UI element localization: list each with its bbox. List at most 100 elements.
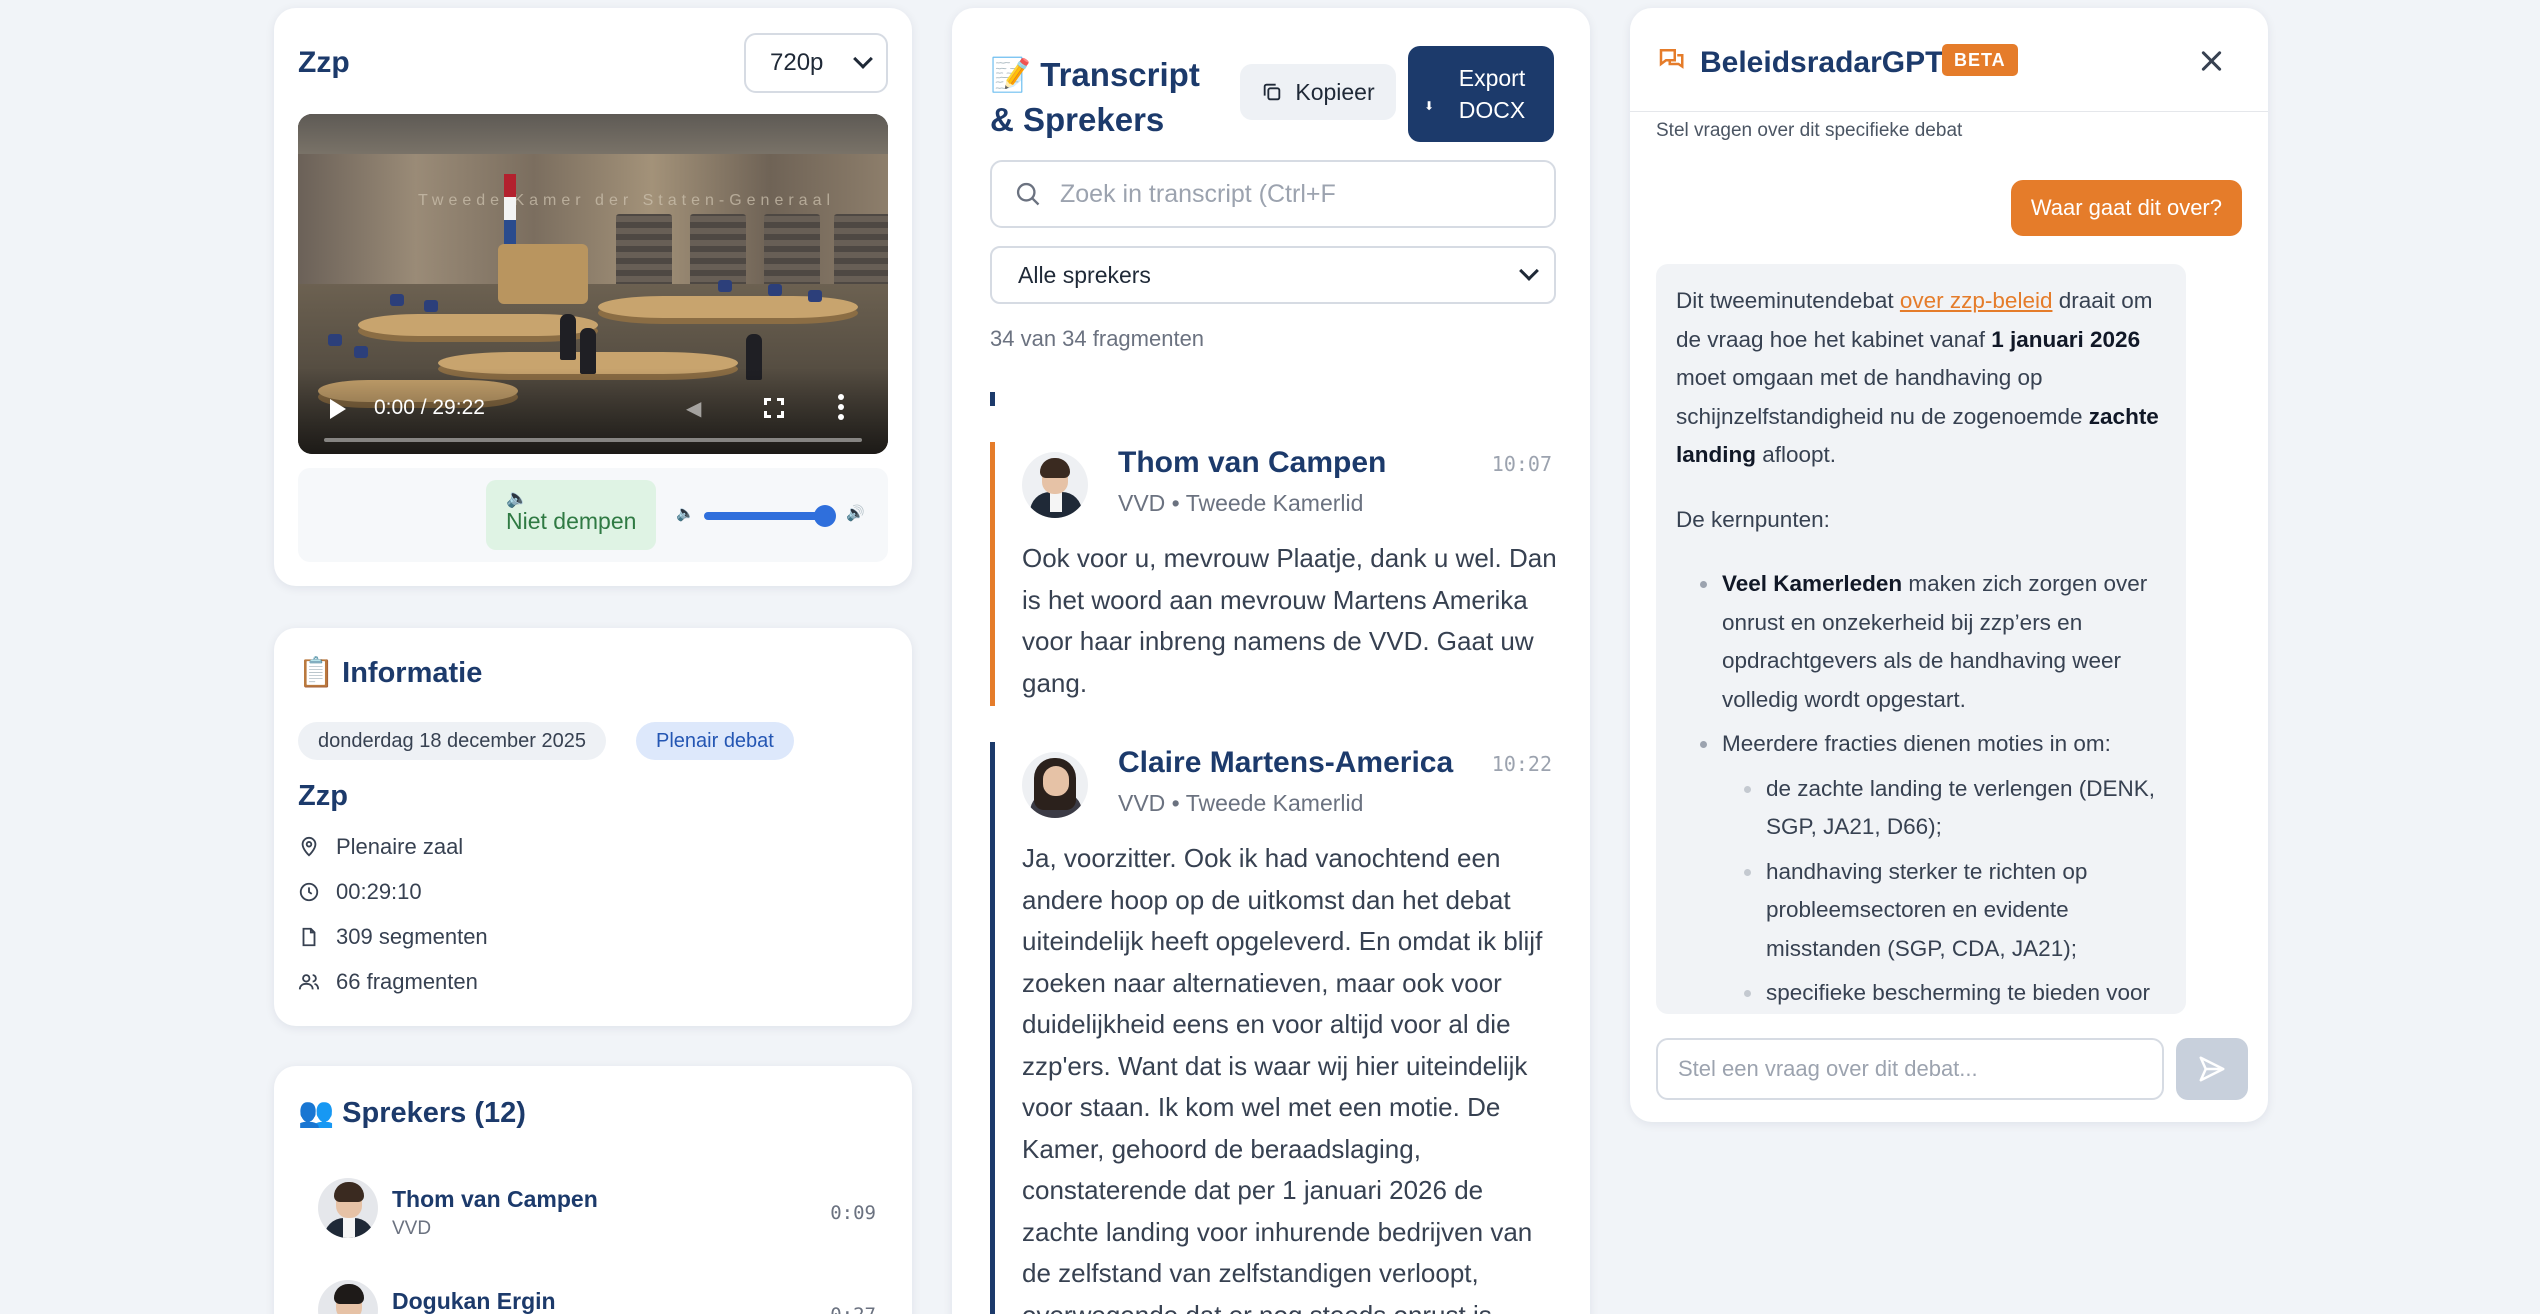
seat — [390, 294, 404, 306]
location-text: Plenaire zaal — [336, 834, 464, 859]
search-icon — [1016, 182, 1040, 206]
video-progress-bar[interactable] — [324, 438, 862, 442]
play-icon[interactable] — [330, 399, 346, 419]
volume-slider[interactable] — [704, 505, 836, 527]
fragment-timestamp: 10:07 — [1491, 452, 1552, 476]
fragment-speaker-name: Thom van Campen — [1118, 446, 1387, 479]
volume-high-icon: 🔊 — [846, 505, 865, 522]
seat — [424, 300, 438, 312]
speaker-item[interactable]: Thom van Campen VVD 0:09 — [318, 1178, 876, 1258]
list-item: Veel Kamerleden maken zich zorgen over o… — [1700, 565, 2166, 719]
duration-text: 00:29:10 — [336, 879, 422, 904]
speaker-filter-select[interactable]: Alle sprekers — [990, 246, 1556, 304]
volume-low-icon: 🔈 — [676, 505, 695, 522]
audio-controls: 🔈 Niet dempen 🔈 🔊 — [298, 468, 888, 562]
chevron-down-icon — [1519, 261, 1539, 281]
seat — [808, 290, 822, 302]
video-player[interactable]: Tweede Kamer der Staten-Generaal 0:00 / … — [298, 114, 888, 454]
avatar — [1022, 752, 1088, 818]
fragment-accent-bar — [990, 392, 995, 406]
transcript-search-input[interactable]: Zoek in transcript (Ctrl+F — [990, 160, 1556, 228]
chevron-down-icon — [853, 49, 873, 69]
seat — [328, 334, 342, 346]
location-pin-icon — [301, 836, 317, 857]
location-row: Plenaire zaal — [298, 834, 463, 860]
more-options-icon[interactable] — [838, 394, 844, 420]
info-card: 📋 Informatie donderdag 18 december 2025 … — [274, 628, 912, 1026]
segments-text: 309 segmenten — [336, 924, 488, 949]
flag — [504, 174, 516, 244]
chat-panel: BeleidsradarGPT BETA Stel vragen over di… — [1630, 8, 2268, 1122]
transcript-title: 📝 Transcript & Sprekers — [990, 56, 1200, 138]
avatar — [318, 1178, 378, 1238]
answer-subheading: De kernpunten: — [1676, 506, 1830, 532]
video-title: Zzp — [298, 46, 350, 79]
answer-list: Veel Kamerleden maken zich zorgen over o… — [1676, 565, 2166, 1013]
speaker-item[interactable]: Dogukan Ergin 0:27 — [318, 1280, 876, 1314]
quality-select[interactable]: 720p — [744, 33, 888, 93]
mute-button[interactable]: 🔈 Niet dempen — [486, 480, 656, 550]
download-icon: ⬇ — [1424, 99, 1435, 113]
answer-paragraph: Dit tweeminutendebat over zzp-beleid dra… — [1676, 288, 2159, 467]
video-time: 0:00 / 29:22 — [374, 396, 485, 419]
chat-question-input[interactable]: Stel een vraag over dit debat... — [1656, 1038, 2164, 1100]
copy-icon — [1264, 83, 1281, 101]
video-controls: 0:00 / 29:22 ◀ — [298, 368, 888, 454]
date-badge: donderdag 18 december 2025 — [298, 722, 606, 760]
speakers-heading: 👥 Sprekers (12) — [298, 1097, 526, 1129]
fullscreen-icon[interactable] — [764, 398, 784, 418]
document-icon — [302, 927, 316, 947]
fragment-timestamp: 10:22 — [1491, 752, 1552, 776]
answer-link[interactable]: over zzp-beleid — [1900, 288, 2053, 313]
volume-icon[interactable]: ◀ — [686, 396, 708, 420]
fragment-speaker-meta: VVD • Tweede Kamerlid — [1118, 490, 1364, 516]
users-icon — [298, 974, 320, 990]
transcript-fragment[interactable]: Thom van Campen VVD • Tweede Kamerlid 10… — [990, 442, 1570, 706]
user-message: Waar gaat dit over? — [2010, 180, 2242, 236]
speakers-card: 👥 Sprekers (12) Thom van Campen VVD 0:09… — [274, 1066, 912, 1314]
export-docx-button[interactable]: ⬇ Export DOCX — [1408, 46, 1554, 142]
avatar — [1022, 452, 1088, 518]
volume-slider-handle[interactable] — [814, 505, 836, 527]
fragment-speaker-meta: VVD • Tweede Kamerlid — [1118, 790, 1364, 816]
quality-value: 720p — [770, 49, 824, 76]
video-card: Zzp 720p Tweede Kamer der Staten-Generaa… — [274, 8, 912, 586]
copy-label: Kopieer — [1295, 78, 1375, 105]
chat-header: BeleidsradarGPT BETA — [1630, 8, 2268, 112]
send-button[interactable] — [2176, 1038, 2248, 1100]
mute-label: Niet dempen — [506, 508, 637, 534]
seat — [718, 280, 732, 292]
info-heading: 📋 Informatie — [298, 657, 483, 689]
fragment-accent-bar — [990, 742, 995, 1314]
list-item: Meerdere fracties dienen moties in om: d… — [1700, 725, 2166, 1013]
list-item: de zachte landing te verlengen (DENK, SG… — [1744, 770, 2166, 847]
speaker-filter-value: Alle sprekers — [1018, 261, 1151, 288]
speaker-desk — [498, 244, 588, 304]
fragment-text: Ook voor u, mevrouw Plaatje, dank u wel.… — [1022, 543, 1557, 698]
person — [560, 314, 576, 360]
debate-type-badge: Plenair debat — [636, 722, 794, 760]
seat — [354, 346, 368, 358]
debate-title: Zzp — [298, 780, 348, 812]
list-item: handhaving sterker te richten op problee… — [1744, 853, 2166, 969]
beta-badge: BETA — [1942, 44, 2018, 76]
segments-row: 309 segmenten — [298, 924, 488, 950]
clock-icon — [299, 882, 319, 902]
speaker-party: VVD — [392, 1218, 432, 1239]
video-wall-text: Tweede Kamer der Staten-Generaal — [418, 192, 836, 209]
duration-row: 00:29:10 — [298, 879, 422, 905]
speaker-name: Thom van Campen — [392, 1186, 598, 1212]
close-icon[interactable] — [2198, 48, 2224, 74]
speaker-name: Dogukan Ergin — [392, 1288, 556, 1314]
speaker-time: 0:09 — [830, 1202, 876, 1224]
send-icon — [2199, 1056, 2225, 1082]
copy-button[interactable]: Kopieer — [1240, 64, 1396, 120]
video-wall: Tweede Kamer der Staten-Generaal — [298, 154, 888, 324]
fragment-speaker-name: Claire Martens-America — [1118, 746, 1454, 779]
transcript-card: 📝 Transcript & Sprekers Kopieer ⬇ Export… — [952, 8, 1590, 1314]
fragment-accent-bar — [990, 442, 995, 706]
search-placeholder: Zoek in transcript (Ctrl+F — [1060, 179, 1336, 208]
video-header: Zzp 720p — [298, 32, 888, 94]
transcript-fragment[interactable]: Claire Martens-America VVD • Tweede Kame… — [990, 742, 1570, 1314]
speaker-icon: 🔈 — [506, 488, 529, 508]
